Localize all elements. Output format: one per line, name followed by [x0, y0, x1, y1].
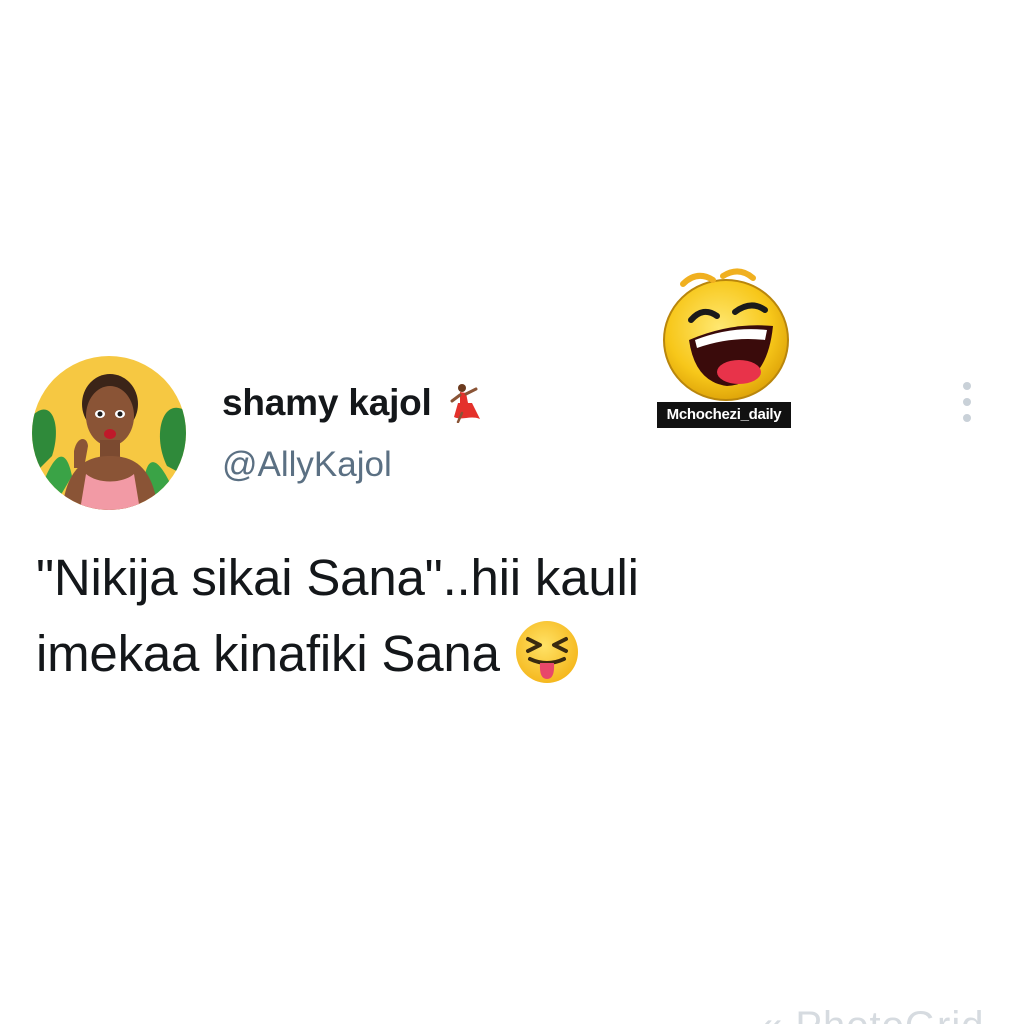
avatar[interactable] — [32, 356, 186, 510]
menu-dot — [963, 382, 971, 390]
more-options-icon[interactable] — [957, 382, 977, 422]
menu-dot — [963, 398, 971, 406]
tweet-text: "Nikija sikai Sana"..hii kauli imekaa ki… — [36, 540, 936, 692]
photogrid-watermark: « PhotoGrid — [760, 1004, 984, 1024]
laughing-face-icon — [663, 268, 789, 401]
squinting-face-with-tongue-icon — [515, 621, 578, 683]
author-display-name[interactable]: shamy kajol — [222, 382, 432, 424]
tweet-text-line: "Nikija sikai Sana"..hii kauli — [36, 549, 639, 606]
watermark-logo: Mchochezi_daily — [657, 268, 793, 432]
tweet-text-line-2: imekaa kinafiki Sana — [36, 616, 936, 692]
menu-dot — [963, 414, 971, 422]
tweet-screenshot: shamy kajol @AllyKajol Mchochezi_daily "… — [0, 0, 1024, 1024]
author-name-row: shamy kajol — [222, 378, 482, 428]
watermark-label: Mchochezi_daily — [657, 402, 791, 428]
dancer-icon — [446, 383, 482, 423]
author-handle[interactable]: @AllyKajol — [222, 445, 392, 485]
tweet-text-line: imekaa kinafiki Sana — [36, 625, 500, 682]
